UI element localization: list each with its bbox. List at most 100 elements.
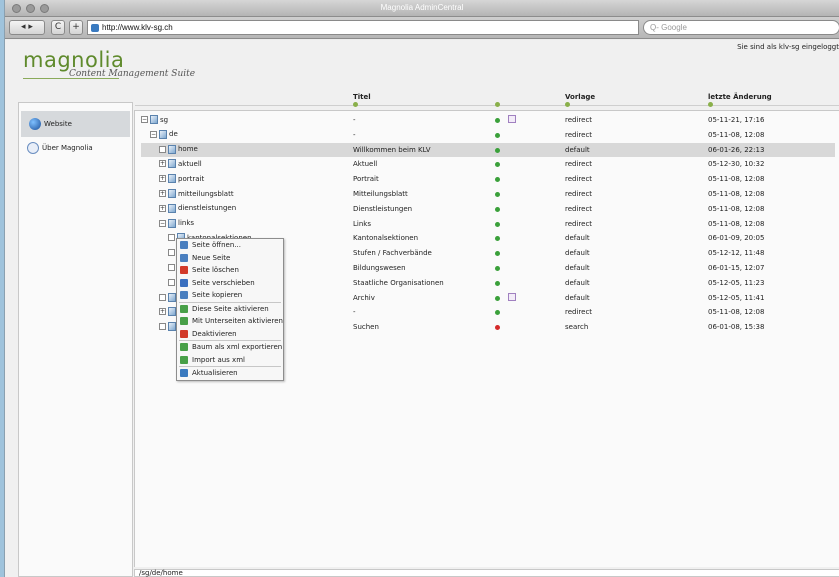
sidebar-item-website[interactable]: Website xyxy=(21,111,130,137)
page-title: Aktuell xyxy=(353,160,378,169)
back-forward-button[interactable]: ◂ ▸ xyxy=(9,20,45,35)
column-resize-handle[interactable] xyxy=(353,102,358,107)
tree-row[interactable]: − links Links redirect 05-11-08, 12:08 xyxy=(135,217,839,231)
page-icon xyxy=(168,174,176,184)
page-name: links xyxy=(178,219,195,228)
page-name: de xyxy=(169,130,178,139)
context-menu-item[interactable]: Seite verschieben xyxy=(177,277,283,290)
context-menu-item[interactable]: Import aus xml xyxy=(177,354,283,367)
tree-row[interactable]: − sg - redirect 05-11-21, 17:16 xyxy=(135,113,839,127)
tree-row[interactable]: − de - redirect 05-11-08, 12:08 xyxy=(135,128,839,142)
context-menu-item[interactable]: Seite löschen xyxy=(177,264,283,277)
address-bar[interactable]: http://www.klv-sg.ch xyxy=(87,20,639,35)
expand-toggle-icon[interactable]: + xyxy=(159,190,166,197)
expand-toggle-icon[interactable] xyxy=(159,145,166,153)
tree-node: + dienstleistungen xyxy=(159,203,236,213)
tree-row[interactable]: + portrait Portrait redirect 05-11-08, 12:08 xyxy=(135,172,839,186)
expand-toggle-icon[interactable]: + xyxy=(159,175,166,183)
context-menu-label: Deaktivieren xyxy=(192,329,237,338)
context-menu-item[interactable]: Mit Unterseiten aktivieren xyxy=(177,315,283,328)
column-header-title[interactable]: Titel xyxy=(353,93,371,101)
edit-icon[interactable] xyxy=(508,115,516,123)
context-menu-item[interactable]: Baum als xml exportieren xyxy=(177,341,283,354)
page-icon xyxy=(168,307,176,317)
column-resize-handle[interactable] xyxy=(708,102,713,107)
header-divider xyxy=(135,105,839,106)
context-menu-item[interactable]: Seite kopieren xyxy=(177,289,283,302)
page-template: default xyxy=(565,278,590,287)
column-resize-handle[interactable] xyxy=(495,102,500,107)
logo-underline xyxy=(23,78,119,79)
expand-toggle-icon[interactable]: + xyxy=(159,308,166,316)
sidebar-item-label: Website xyxy=(44,120,72,128)
page-modified-date: 05-11-08, 12:08 xyxy=(708,175,765,184)
page-name: aktuell xyxy=(178,159,202,168)
status-dot-icon xyxy=(495,162,500,168)
page-title: Mitteilungsblatt xyxy=(353,190,408,198)
page-title: Dienstleistungen xyxy=(353,204,413,213)
context-menu-item[interactable]: Deaktivieren xyxy=(177,328,283,341)
expand-toggle-icon[interactable]: − xyxy=(150,130,157,138)
context-menu-item[interactable]: Neue Seite xyxy=(177,252,283,265)
expand-toggle-icon[interactable]: + xyxy=(159,204,166,212)
browser-window: Magnolia AdminCentral ◂ ▸ C + http://www… xyxy=(4,0,839,577)
tree-row[interactable]: + dienstleistungen Dienstleistungen redirec… xyxy=(135,202,839,216)
page-icon xyxy=(168,218,176,228)
expand-toggle-icon[interactable]: + xyxy=(159,160,166,168)
status-dot-icon xyxy=(495,132,500,138)
column-header-modified[interactable]: letzte Änderung xyxy=(708,93,772,101)
expand-toggle-icon[interactable] xyxy=(159,293,166,301)
page-modified-date: 05-11-08, 12:08 xyxy=(708,130,765,139)
column-resize-handle[interactable] xyxy=(565,102,570,107)
context-menu-label: Seite löschen xyxy=(192,266,239,275)
status-bar: /sg/de/home xyxy=(134,569,839,577)
page-title: - xyxy=(353,116,356,124)
page-template: redirect xyxy=(565,190,593,198)
info-icon xyxy=(27,142,39,154)
page-modified-date: 06-01-08, 15:38 xyxy=(708,323,765,332)
add-bookmark-button[interactable]: + xyxy=(69,20,83,35)
page-template: default xyxy=(565,249,590,258)
tree-row[interactable]: home Willkommen beim KLV default 06-01-26, … xyxy=(141,142,835,157)
status-dot-icon xyxy=(495,251,500,257)
page-title: Kantonalsektionen xyxy=(353,234,419,243)
expand-toggle-icon[interactable] xyxy=(168,234,175,242)
tree-node: + mitteilungsblatt xyxy=(159,189,234,198)
sidebar-item-about[interactable]: Über Magnolia xyxy=(19,137,132,159)
reload-button[interactable]: C xyxy=(51,20,65,35)
expand-toggle-icon[interactable] xyxy=(168,249,175,257)
new-page-icon xyxy=(180,253,188,262)
page-modified-date: 05-12-05, 11:23 xyxy=(708,278,765,287)
search-field[interactable]: Q- Google xyxy=(643,20,839,35)
column-header-template[interactable]: Vorlage xyxy=(565,93,595,101)
page-name: portrait xyxy=(178,174,205,183)
context-menu-item[interactable]: Diese Seite aktivieren xyxy=(177,303,283,316)
expand-toggle-icon[interactable] xyxy=(159,323,166,331)
tree-row[interactable]: + aktuell Aktuell redirect 05-12-30, 10:32 xyxy=(135,157,839,171)
status-dot-icon xyxy=(495,192,500,197)
page-icon xyxy=(159,129,167,139)
page-icon xyxy=(168,159,176,169)
sidebar: Website Über Magnolia xyxy=(18,102,133,577)
context-menu-item[interactable]: Seite öffnen... xyxy=(177,239,283,252)
expand-toggle-icon[interactable]: − xyxy=(141,116,148,123)
export-icon xyxy=(180,343,188,352)
context-menu-item[interactable]: Aktualisieren xyxy=(177,367,283,380)
copy-icon xyxy=(180,291,188,300)
import-icon xyxy=(180,355,188,364)
context-menu-label: Diese Seite aktivieren xyxy=(192,304,269,313)
expand-toggle-icon[interactable]: − xyxy=(159,219,166,227)
status-dot-icon xyxy=(495,266,500,271)
expand-toggle-icon[interactable] xyxy=(168,278,175,286)
page-template: search xyxy=(565,323,589,332)
tree-row[interactable]: + mitteilungsblatt Mitteilungsblatt redirec… xyxy=(135,187,839,201)
page-modified-date: 05-11-08, 12:08 xyxy=(708,308,765,317)
expand-toggle-icon[interactable] xyxy=(168,264,175,271)
page-modified-date: 05-11-08, 12:08 xyxy=(708,204,765,213)
page-template: redirect xyxy=(565,160,593,169)
page-title: - xyxy=(353,308,356,317)
page-icon xyxy=(168,292,176,302)
login-status: Sie sind als klv-sg eingeloggt xyxy=(737,43,839,51)
edit-icon[interactable] xyxy=(508,292,516,301)
status-dot-icon xyxy=(495,295,500,301)
